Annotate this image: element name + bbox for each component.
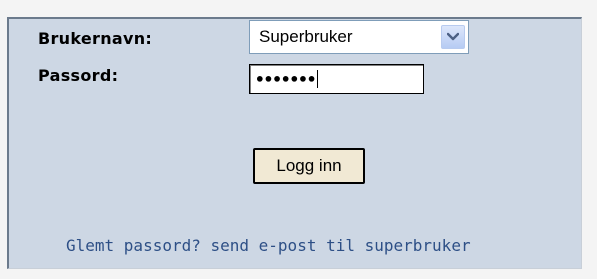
text-caret bbox=[317, 70, 319, 88]
password-value: ••••••• bbox=[255, 70, 319, 89]
login-panel bbox=[7, 17, 582, 269]
username-select-value: Superbruker bbox=[259, 27, 353, 46]
forgot-password-link[interactable]: Glemt passord? send e-post til superbruk… bbox=[66, 236, 471, 255]
login-page: Brukernavn: Passord: Superbruker •••••••… bbox=[0, 0, 597, 279]
chevron-down-icon bbox=[447, 32, 459, 41]
password-field[interactable]: ••••••• bbox=[249, 64, 424, 94]
username-label: Brukernavn: bbox=[38, 29, 153, 48]
dropdown-button[interactable] bbox=[441, 25, 465, 49]
username-select[interactable]: Superbruker bbox=[249, 20, 469, 54]
login-button[interactable]: Logg inn bbox=[253, 148, 365, 184]
password-label: Passord: bbox=[38, 66, 119, 85]
